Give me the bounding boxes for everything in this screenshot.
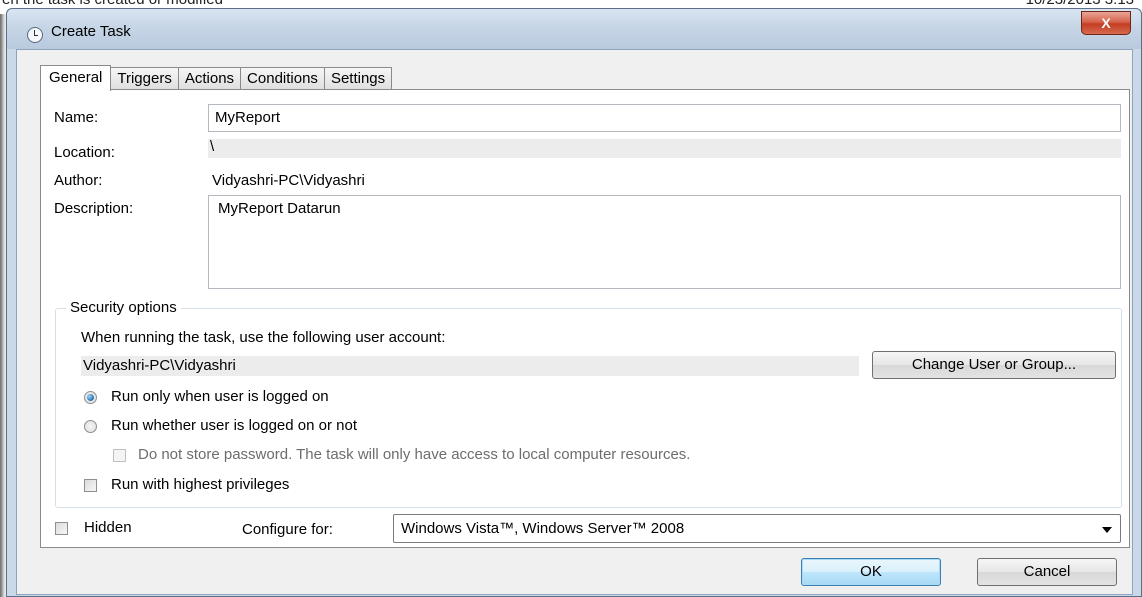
description-field[interactable]: MyReport Datarun — [208, 195, 1121, 289]
close-icon: X — [1101, 15, 1111, 31]
tab-actions[interactable]: Actions — [177, 67, 242, 90]
window-title: Create Task — [51, 23, 131, 40]
configure-for-value: Windows Vista™, Windows Server™ 2008 — [401, 520, 685, 537]
security-options-legend: Security options — [66, 299, 181, 316]
ok-button[interactable]: OK — [801, 558, 941, 586]
run-whether-label[interactable]: Run whether user is logged on or not — [111, 417, 357, 434]
name-field[interactable]: MyReport — [208, 104, 1121, 132]
account-prompt: When running the task, use the following… — [81, 329, 446, 346]
create-task-dialog: Create Task X General Triggers Actions C… — [6, 8, 1142, 597]
security-options-group: Security options When running the task, … — [55, 299, 1122, 508]
run-whether-radio[interactable] — [84, 420, 97, 433]
location-value: \ — [208, 139, 1121, 158]
configure-for-label: Configure for: — [242, 521, 333, 538]
chevron-down-icon — [1102, 527, 1112, 533]
tab-settings[interactable]: Settings — [323, 67, 393, 90]
screen: en the task is created or modified 10/23… — [0, 0, 1142, 597]
general-tab-page: Name: MyReport Location: \ Author: Vidya… — [40, 89, 1130, 548]
tab-conditions[interactable]: Conditions — [240, 67, 325, 90]
background-date: 10/23/2013 3:13 — [1026, 0, 1134, 8]
hidden-checkbox[interactable] — [55, 522, 68, 535]
highest-privileges-label[interactable]: Run with highest privileges — [111, 476, 289, 493]
run-logged-on-radio[interactable] — [84, 391, 97, 404]
location-label: Location: — [54, 144, 115, 161]
name-label: Name: — [54, 109, 99, 126]
author-label: Author: — [54, 172, 103, 189]
configure-for-select[interactable]: Windows Vista™, Windows Server™ 2008 — [393, 514, 1121, 543]
close-button[interactable]: X — [1081, 11, 1131, 35]
description-label: Description: — [54, 200, 134, 217]
title-bar[interactable]: Create Task X — [7, 9, 1141, 49]
user-account-value: Vidyashri-PC\Vidyashri — [81, 356, 859, 376]
no-store-password-label: Do not store password. The task will onl… — [138, 446, 691, 463]
tab-strip: General Triggers Actions Conditions Sett… — [40, 65, 393, 91]
no-store-password-checkbox[interactable] — [113, 449, 126, 462]
clock-icon — [27, 27, 43, 43]
cancel-button[interactable]: Cancel — [977, 558, 1117, 586]
tab-triggers[interactable]: Triggers — [110, 67, 179, 90]
tab-general[interactable]: General — [40, 65, 112, 91]
highest-privileges-checkbox[interactable] — [84, 479, 97, 492]
change-user-button[interactable]: Change User or Group... — [872, 351, 1116, 379]
hidden-label[interactable]: Hidden — [84, 519, 132, 536]
background-text: en the task is created or modified — [2, 0, 223, 8]
author-value: Vidyashri-PC\Vidyashri — [212, 172, 365, 189]
dialog-client-area: General Triggers Actions Conditions Sett… — [16, 49, 1133, 595]
run-logged-on-label[interactable]: Run only when user is logged on — [111, 388, 329, 405]
